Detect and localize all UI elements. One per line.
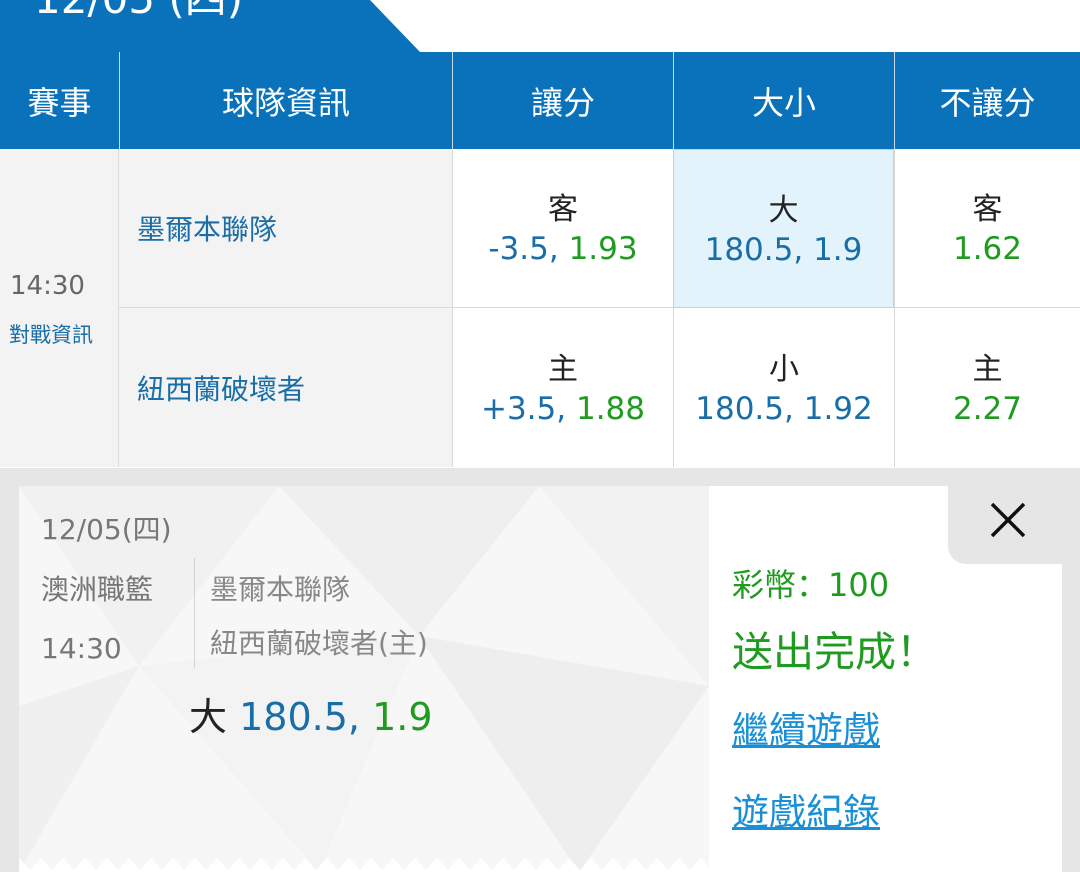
- coin-balance: 彩幣：100: [732, 566, 890, 604]
- odds-side: 客: [972, 192, 1003, 228]
- submit-status: 送出完成！: [732, 628, 937, 676]
- date-tab-label: 12/05 (四): [34, 0, 243, 20]
- odds-side: 主: [548, 351, 578, 387]
- odds-side: 小: [769, 351, 799, 387]
- header-spread: 讓分: [452, 52, 673, 149]
- odds-line: 180.5,: [695, 390, 794, 427]
- odds-value: 1.88: [575, 390, 646, 427]
- receipt-team-home: 紐西蘭破壞者(主): [210, 627, 428, 660]
- receipt-pick-odds: 1.9: [372, 695, 433, 739]
- receipt-torn-edge: [19, 858, 709, 872]
- receipt-league: 澳洲職籃: [41, 573, 154, 606]
- receipt-time: 14:30: [41, 632, 122, 665]
- header-event: 賽事: [0, 52, 119, 149]
- receipt-pick-line: 180.5,: [239, 695, 360, 739]
- odds-total-under[interactable]: 小 180.5, 1.92: [673, 308, 894, 467]
- close-button[interactable]: [948, 486, 1062, 564]
- header-moneyline: 不讓分: [894, 52, 1080, 149]
- header-total: 大小: [673, 52, 894, 149]
- odds-value: 1.62: [952, 231, 1023, 268]
- close-icon: [990, 502, 1026, 538]
- head-to-head-link[interactable]: 對戰資訊: [9, 319, 93, 349]
- odds-line: -3.5,: [488, 231, 559, 268]
- event-time: 14:30: [10, 271, 85, 301]
- odds-value: 1.93: [568, 231, 638, 268]
- odds-value: 2.27: [952, 390, 1023, 427]
- header-team-info: 球隊資訊: [119, 52, 452, 149]
- odds-value: 1.9: [813, 231, 863, 268]
- odds-spread-home[interactable]: 主 +3.5, 1.88: [452, 308, 673, 467]
- odds-total-over[interactable]: 大 180.5, 1.9: [673, 149, 894, 308]
- receipt-pick: 大 180.5, 1.9: [189, 686, 433, 741]
- game-history-link[interactable]: 遊戲紀錄: [732, 782, 880, 836]
- odds-table: 賽事 球隊資訊 讓分 大小 不讓分 14:30 對戰資訊 墨爾本聯隊 客 -3.…: [0, 52, 1080, 467]
- receipt-pick-side: 大: [189, 695, 228, 739]
- team-away[interactable]: 墨爾本聯隊: [119, 149, 452, 308]
- odds-side: 大: [768, 192, 799, 228]
- odds-moneyline-away[interactable]: 客 1.62: [894, 149, 1080, 308]
- receipt-date: 12/05(四): [41, 513, 172, 546]
- receipt-team-away: 墨爾本聯隊: [210, 573, 351, 606]
- odds-moneyline-home[interactable]: 主 2.27: [894, 308, 1080, 467]
- odds-line: 180.5,: [704, 231, 804, 268]
- event-time-cell: 14:30 對戰資訊: [0, 149, 119, 467]
- odds-side: 客: [548, 192, 578, 228]
- odds-value: 1.92: [803, 390, 873, 427]
- continue-game-link[interactable]: 繼續遊戲: [732, 700, 880, 754]
- odds-side: 主: [972, 351, 1003, 387]
- receipt-divider: [194, 558, 195, 668]
- team-home[interactable]: 紐西蘭破壞者: [119, 308, 452, 467]
- odds-line: +3.5,: [480, 390, 567, 427]
- bet-receipt: 12/05(四) 澳洲職籃 14:30 墨爾本聯隊 紐西蘭破壞者(主) 大 18…: [19, 486, 709, 872]
- odds-spread-away[interactable]: 客 -3.5, 1.93: [452, 149, 673, 308]
